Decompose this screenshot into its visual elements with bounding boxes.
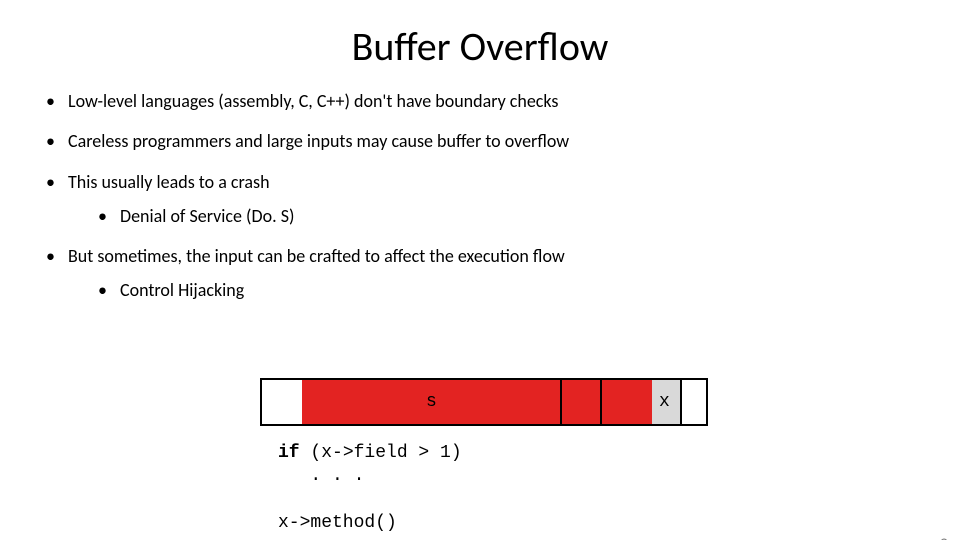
bullet-text: But sometimes, the input can be crafted … [68, 245, 565, 267]
slide-title: Buffer Overflow [0, 22, 960, 71]
bullet-item: Careless programmers and large inputs ma… [46, 129, 960, 153]
diagram-separator [600, 380, 602, 424]
bullet-item: This usually leads to a crash Denial of … [46, 170, 960, 229]
label-s: s [426, 392, 437, 412]
code-snippet: if (x->field > 1) . . . x->method() [278, 442, 462, 536]
code-text: (x->field > 1) [300, 443, 462, 463]
code-keyword: if [278, 443, 300, 463]
code-text: . . . [278, 466, 364, 486]
slide: Buffer Overflow Low-level languages (ass… [0, 22, 960, 540]
diagram-separator [680, 380, 682, 424]
bullet-item: But sometimes, the input can be crafted … [46, 244, 960, 303]
sub-bullet-item: Denial of Service (Do. S) [98, 204, 960, 228]
page-number: 2 [940, 535, 948, 540]
diagram-separator [560, 380, 562, 424]
sub-bullet-list: Control Hijacking [98, 278, 960, 302]
buffer-diagram: s x [260, 378, 708, 426]
label-x: x [659, 392, 670, 412]
sub-bullet-item: Control Hijacking [98, 278, 960, 302]
code-text: x->method() [278, 513, 397, 533]
bullet-list: Low-level languages (assembly, C, C++) d… [46, 89, 960, 303]
bullet-item: Low-level languages (assembly, C, C++) d… [46, 89, 960, 113]
sub-bullet-list: Denial of Service (Do. S) [98, 204, 960, 228]
bullet-text: This usually leads to a crash [68, 171, 270, 193]
